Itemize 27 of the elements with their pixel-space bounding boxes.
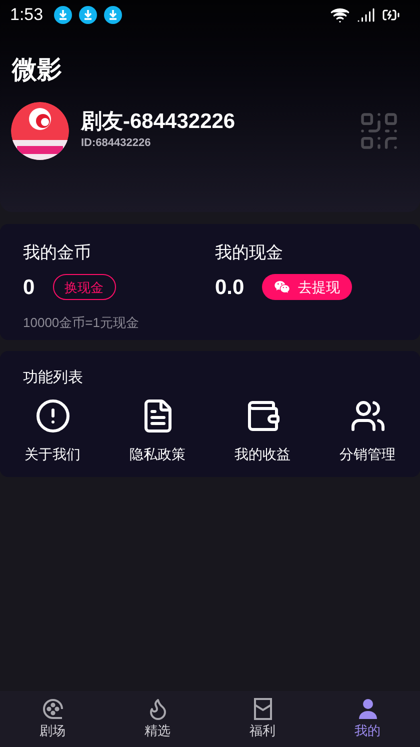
- coins-label: 我的金币: [23, 242, 92, 264]
- download-icon: [104, 6, 122, 24]
- feature-item[interactable]: 隐私政策: [105, 398, 210, 464]
- download-icon: [54, 6, 72, 24]
- alert-circle-icon: [34, 398, 70, 434]
- status-time: 1:53: [10, 4, 44, 26]
- tab-item[interactable]: 福利: [210, 691, 315, 747]
- tab-item[interactable]: 剧场: [0, 691, 105, 747]
- chat-bubbles-icon: [274, 279, 290, 296]
- tab-item[interactable]: 精选: [105, 691, 210, 747]
- feature-item[interactable]: 关于我们: [0, 398, 105, 464]
- tab-item[interactable]: 我的: [315, 691, 420, 747]
- film-reel-icon: [40, 697, 64, 722]
- feature-item[interactable]: 分销管理: [315, 398, 420, 464]
- features-title: 功能列表: [23, 368, 84, 388]
- user-name: 剧友-684432226: [81, 109, 236, 136]
- signal-icon: [357, 6, 375, 24]
- withdraw-button[interactable]: 去提现: [262, 274, 352, 300]
- coins-value: 0: [23, 274, 35, 300]
- feature-item[interactable]: 我的收益: [210, 398, 315, 464]
- app-title: 微影: [12, 55, 63, 86]
- cash-value: 0.0: [215, 274, 244, 300]
- exchange-button[interactable]: 换现金: [52, 274, 116, 300]
- user-id: ID:684432226: [81, 136, 152, 152]
- download-icon: [79, 6, 98, 24]
- cash-label: 我的现金: [215, 242, 284, 264]
- exchange-rate: 10000金币=1元现金: [23, 314, 140, 332]
